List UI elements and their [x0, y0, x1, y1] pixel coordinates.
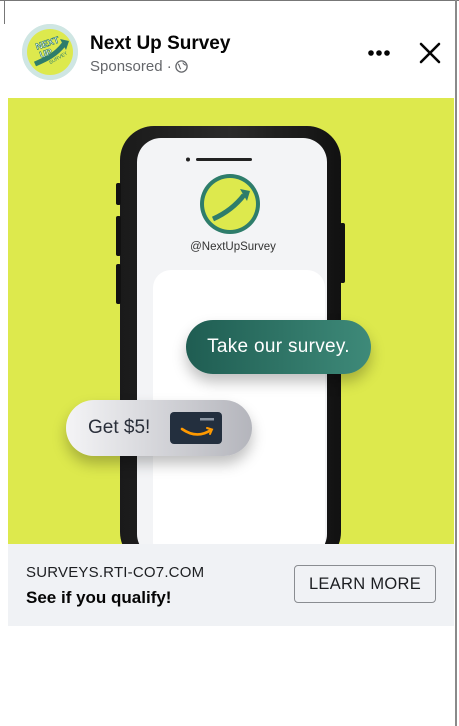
- learn-more-button[interactable]: LEARN MORE: [294, 565, 436, 603]
- page-name[interactable]: Next Up Survey: [90, 33, 230, 55]
- reward-bubble: Get $5!: [66, 400, 252, 456]
- close-icon: [419, 42, 441, 64]
- more-options-button[interactable]: [358, 38, 398, 68]
- frame-border-top: [0, 0, 459, 1]
- sponsored-label: Sponsored ·: [90, 58, 188, 75]
- sponsored-text: Sponsored ·: [90, 58, 172, 75]
- next-up-survey-logo: NEXT UP SURVEY: [22, 24, 78, 80]
- frame-border-left: [4, 0, 5, 24]
- post-header: NEXT UP SURVEY Next Up Survey Sponsored …: [8, 8, 454, 98]
- frame-border-right: [455, 0, 457, 726]
- ad-media-image[interactable]: @NextUpSurvey Take our survey. Get $5!: [8, 98, 454, 544]
- take-survey-bubble: Take our survey.: [186, 320, 371, 374]
- phone-handle: @NextUpSurvey: [190, 241, 276, 253]
- link-domain[interactable]: SURVEYS.RTI-CO7.COM: [26, 564, 204, 581]
- page-avatar[interactable]: NEXT UP SURVEY: [22, 24, 78, 80]
- more-horizontal-icon: [368, 50, 390, 56]
- globe-icon: [174, 60, 188, 73]
- amazon-gift-card-icon: [170, 412, 222, 444]
- reward-label: Get $5!: [88, 417, 151, 438]
- ad-footer[interactable]: SURVEYS.RTI-CO7.COM See if you qualify! …: [8, 544, 454, 626]
- ad-headline[interactable]: See if you qualify!: [26, 588, 171, 608]
- close-button[interactable]: [413, 36, 447, 70]
- sponsored-post-card: NEXT UP SURVEY Next Up Survey Sponsored …: [8, 8, 454, 626]
